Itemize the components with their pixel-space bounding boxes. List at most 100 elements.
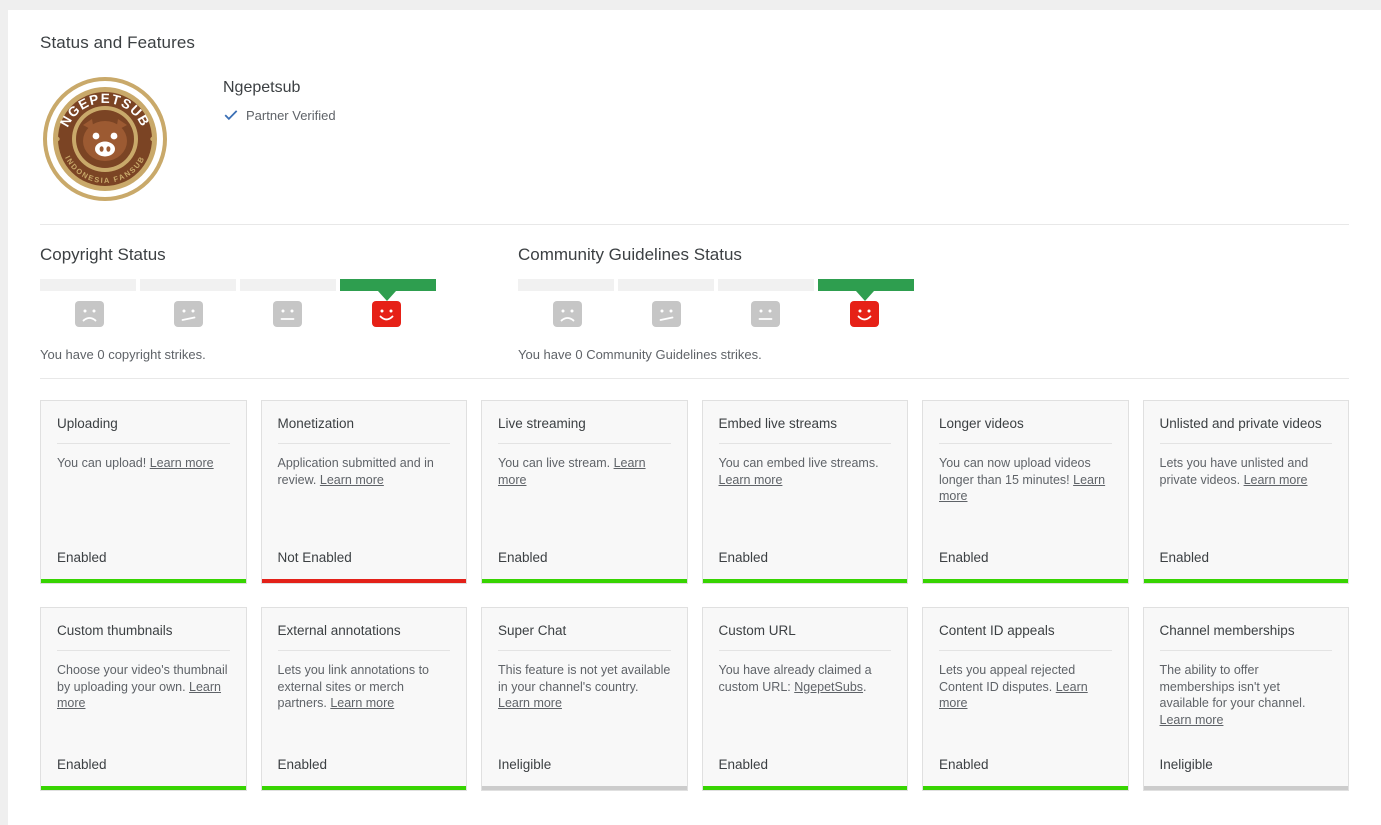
meter-segment [718, 279, 814, 291]
feature-card-desc-text: This feature is not yet available in you… [498, 663, 671, 694]
feature-card-state: Enabled [939, 757, 989, 772]
meter-segment [240, 279, 336, 291]
feature-card-unlisted-and-private-videos[interactable]: Unlisted and private videos Lets you hav… [1142, 400, 1349, 584]
feature-card-description: This feature is not yet available in you… [482, 651, 687, 757]
feature-card-status-bar [702, 786, 907, 790]
feature-card-title: Monetization [277, 416, 355, 431]
feature-card-super-chat[interactable]: Super Chat This feature is not yet avail… [481, 607, 688, 791]
community-guidelines-status-heading: Community Guidelines Status [518, 245, 742, 264]
neutral-face-icon [751, 301, 780, 327]
channel-header: NGEPETSUB INDONESIA FANSUB Ngepetsub Par… [40, 75, 1349, 205]
feature-card-title: Uploading [57, 416, 118, 431]
sad-face-icon [553, 301, 582, 327]
feature-card-custom-thumbnails[interactable]: Custom thumbnails Choose your video's th… [40, 607, 247, 791]
face-cell [815, 301, 914, 327]
feature-card-desc-tail: . [863, 679, 867, 694]
face-cell [40, 301, 139, 327]
feature-card-channel-memberships[interactable]: Channel memberships The ability to offer… [1142, 607, 1349, 791]
feature-card-title: Longer videos [939, 416, 1024, 431]
feature-card-embed-live-streams[interactable]: Embed live streams You can embed live st… [701, 400, 908, 584]
learn-more-link[interactable]: Learn more [1160, 713, 1224, 727]
feature-card-description: You have already claimed a custom URL: N… [703, 651, 908, 757]
learn-more-link[interactable]: Learn more [719, 473, 783, 487]
feature-card-longer-videos[interactable]: Longer videos You can now upload videos … [922, 400, 1129, 584]
feature-cards: Uploading You can upload! Learn more Ena… [40, 379, 1349, 791]
community-guidelines-strike-note: You have 0 Community Guidelines strikes. [518, 347, 762, 362]
feature-card-description: Choose your video's thumbnail by uploadi… [41, 651, 246, 757]
feature-card-live-streaming[interactable]: Live streaming You can live stream. Lear… [481, 400, 688, 584]
feature-card-title: Content ID appeals [939, 623, 1055, 638]
feature-card-description: You can upload! Learn more [41, 444, 246, 550]
community-guidelines-status-section: Community Guidelines Status You have 0 C… [518, 245, 996, 362]
feature-card-state: Ineligible [1159, 757, 1213, 772]
channel-logo-icon: NGEPETSUB INDONESIA FANSUB [40, 75, 170, 203]
feature-cards-row-1: Uploading You can upload! Learn more Ena… [40, 400, 1349, 584]
feature-card-status-bar [923, 579, 1128, 583]
feature-card-state: Enabled [718, 757, 769, 772]
sad-face-icon [75, 301, 104, 327]
feature-card-description: Application submitted and in review. Lea… [262, 444, 467, 550]
meter-segment [518, 279, 614, 291]
feature-card-status-bar [923, 786, 1128, 790]
face-cell [139, 301, 238, 327]
feature-card-status-bar [702, 579, 907, 583]
copyright-strike-note: You have 0 copyright strikes. [40, 347, 206, 362]
slight-frown-face-icon [174, 301, 203, 327]
meter-segment-active [818, 279, 914, 291]
feature-card-title: Custom URL [718, 623, 796, 638]
feature-card-state: Enabled [718, 550, 769, 565]
partner-verified-label: Partner Verified [246, 107, 336, 123]
learn-more-link[interactable]: Learn more [150, 456, 214, 470]
happy-face-icon [850, 301, 879, 327]
feature-card-state: Enabled [57, 550, 107, 565]
learn-more-link[interactable]: Learn more [498, 696, 562, 710]
learn-more-link[interactable]: Learn more [1244, 473, 1308, 487]
status-and-features-page: Status and Features NGEPETSUB INDONESIA … [8, 10, 1381, 825]
learn-more-link[interactable]: Learn more [320, 473, 384, 487]
feature-card-status-bar [41, 579, 246, 583]
copyright-status-meter [40, 279, 436, 327]
feature-card-description: You can embed live streams. Learn more [703, 444, 908, 550]
copyright-status-heading: Copyright Status [40, 245, 166, 264]
neutral-face-icon [273, 301, 302, 327]
feature-card-state: Enabled [498, 550, 548, 565]
feature-card-status-bar [482, 786, 687, 790]
feature-card-external-annotations[interactable]: External annotations Lets you link annot… [260, 607, 467, 791]
feature-card-desc-text: You can live stream. [498, 456, 614, 470]
feature-card-state: Ineligible [498, 757, 552, 772]
meter-segment [618, 279, 714, 291]
copyright-status-section: Copyright Status You have 0 copyright st… [40, 245, 518, 362]
feature-card-title: External annotations [277, 623, 401, 638]
feature-card-state: Enabled [57, 757, 107, 772]
feature-card-status-bar [261, 786, 466, 790]
face-cell [716, 301, 815, 327]
feature-card-desc-text: The ability to offer memberships isn't y… [1159, 663, 1306, 710]
feature-card-description: You can live stream. Learn more [482, 444, 687, 550]
learn-more-link[interactable]: Learn more [330, 696, 394, 710]
slight-frown-face-icon [652, 301, 681, 327]
feature-card-uploading[interactable]: Uploading You can upload! Learn more Ena… [40, 400, 247, 584]
feature-card-description: Lets you link annotations to external si… [262, 651, 467, 757]
community-guidelines-status-meter [518, 279, 914, 327]
feature-card-title: Live streaming [498, 416, 586, 431]
face-cell [518, 301, 617, 327]
feature-card-content-id-appeals[interactable]: Content ID appeals Lets you appeal rejec… [922, 607, 1129, 791]
custom-url-link[interactable]: NgepetSubs [794, 680, 863, 694]
meter-segment [40, 279, 136, 291]
check-icon [224, 110, 238, 121]
feature-card-status-bar [1143, 579, 1348, 583]
feature-card-description: Lets you have unlisted and private video… [1144, 444, 1349, 550]
feature-card-custom-url[interactable]: Custom URL You have already claimed a cu… [701, 607, 908, 791]
page-title: Status and Features [40, 33, 195, 52]
channel-name: Ngepetsub [223, 79, 301, 96]
feature-card-desc-text: You can upload! [57, 456, 150, 470]
feature-card-description: You can now upload videos longer than 15… [923, 444, 1128, 550]
feature-card-monetization[interactable]: Monetization Application submitted and i… [260, 400, 467, 584]
meter-pointer-icon [337, 291, 436, 301]
feature-cards-row-2: Custom thumbnails Choose your video's th… [40, 607, 1349, 791]
feature-card-description: Lets you appeal rejected Content ID disp… [923, 651, 1128, 757]
meter-segment-active [340, 279, 436, 291]
feature-card-title: Unlisted and private videos [1159, 416, 1322, 431]
feature-card-desc-text: You can now upload videos longer than 15… [939, 456, 1091, 487]
happy-face-icon [372, 301, 401, 327]
